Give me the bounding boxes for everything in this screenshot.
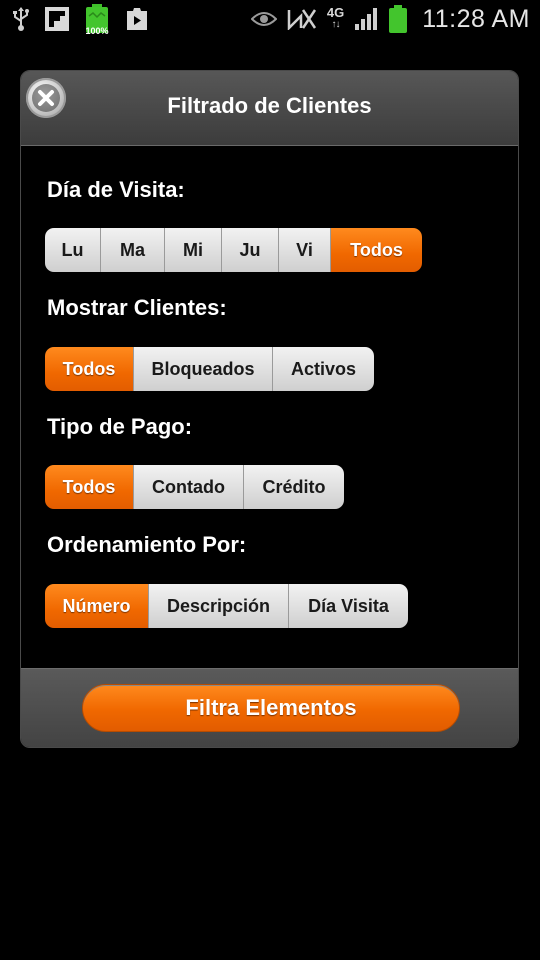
nfc-icon bbox=[287, 8, 317, 30]
sort-by-label: Ordenamiento Por: bbox=[47, 532, 247, 557]
option-vi[interactable]: Vi bbox=[279, 228, 331, 272]
sort-by-selector: Número Descripción Día Visita bbox=[45, 584, 408, 628]
visit-day-selector: Lu Ma Mi Ju Vi Todos bbox=[45, 228, 422, 272]
play-store-icon bbox=[124, 7, 150, 31]
battery-icon bbox=[388, 5, 408, 33]
dialog-title: Filtrado de Clientes bbox=[167, 93, 372, 118]
battery-full-icon: 100% bbox=[84, 4, 110, 36]
option-contado[interactable]: Contado bbox=[134, 465, 244, 509]
option-todos-pago[interactable]: Todos bbox=[45, 465, 134, 509]
option-dia-visita[interactable]: Día Visita bbox=[289, 584, 408, 628]
show-clients-label: Mostrar Clientes: bbox=[47, 295, 227, 320]
dialog-footer: Filtra Elementos bbox=[21, 668, 518, 747]
usb-icon bbox=[12, 6, 30, 32]
option-mi[interactable]: Mi bbox=[165, 228, 222, 272]
data-arrows-icon: ↑↓ bbox=[331, 19, 341, 30]
payment-type-selector: Todos Contado Crédito bbox=[45, 465, 344, 509]
clock: 11:28 AM bbox=[422, 4, 530, 33]
option-descripcion[interactable]: Descripción bbox=[149, 584, 289, 628]
show-clients-selector: Todos Bloqueados Activos bbox=[45, 347, 374, 391]
network-label: 4G bbox=[326, 5, 345, 20]
option-lu[interactable]: Lu bbox=[45, 228, 101, 272]
battery-percent: 100% bbox=[85, 26, 109, 36]
filter-dialog: Filtrado de Clientes Día de Visita: Lu M… bbox=[20, 70, 519, 748]
flipboard-icon bbox=[44, 6, 70, 32]
option-ma[interactable]: Ma bbox=[101, 228, 165, 272]
option-ju[interactable]: Ju bbox=[222, 228, 279, 272]
option-numero[interactable]: Número bbox=[45, 584, 149, 628]
payment-type-label: Tipo de Pago: bbox=[47, 414, 193, 439]
filter-elements-button[interactable]: Filtra Elementos bbox=[82, 684, 460, 732]
option-bloqueados[interactable]: Bloqueados bbox=[134, 347, 273, 391]
option-activos[interactable]: Activos bbox=[273, 347, 374, 391]
option-todos-clientes[interactable]: Todos bbox=[45, 347, 134, 391]
signal-icon bbox=[354, 7, 378, 31]
dialog-header: Filtrado de Clientes bbox=[21, 71, 518, 146]
option-todos-dia[interactable]: Todos bbox=[331, 228, 422, 272]
network-type: 4G ↑↓ bbox=[326, 5, 345, 31]
visit-day-label: Día de Visita: bbox=[47, 177, 185, 202]
eye-icon bbox=[250, 10, 277, 28]
option-credito[interactable]: Crédito bbox=[244, 465, 344, 509]
status-bar: 100% 4G ↑↓ 11:28 AM bbox=[0, 0, 540, 38]
